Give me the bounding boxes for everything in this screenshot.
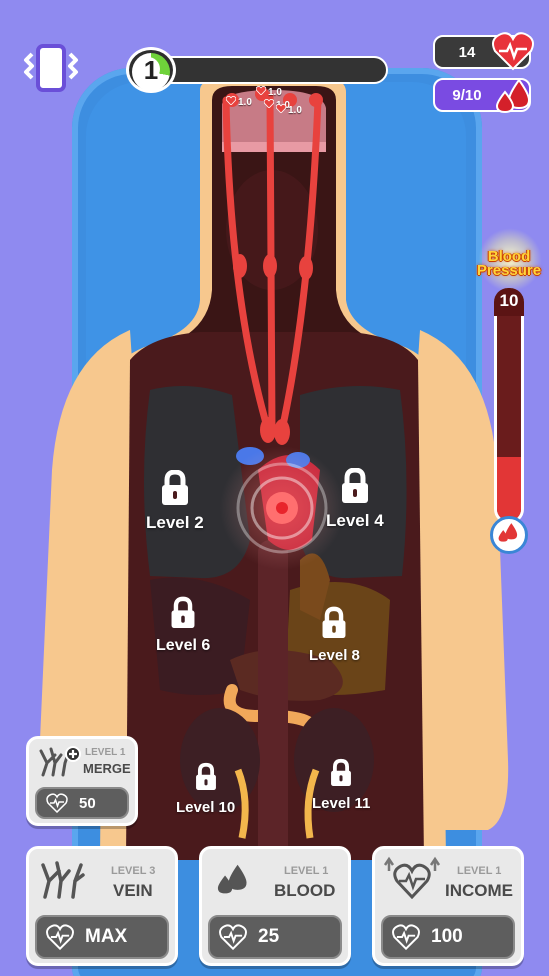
- heart-mini-icon: [255, 85, 267, 98]
- heart-mini-icon: [263, 98, 275, 111]
- locked-level-6[interactable]: Level 6: [156, 596, 210, 655]
- heart-mini-icon: [225, 95, 237, 108]
- blood-pressure-title: Blood Pressure: [476, 248, 542, 279]
- locked-level-10[interactable]: Level 10: [176, 762, 235, 816]
- blood-buy-button[interactable]: 25: [208, 915, 342, 959]
- heart-pulse-icon: [391, 924, 421, 950]
- income-buy-button[interactable]: 100: [381, 915, 515, 959]
- blood-upgrade-card[interactable]: LEVEL 1 BLOOD 25: [199, 846, 351, 966]
- level-badge: 1: [126, 47, 176, 93]
- vein-tag: 1.0: [255, 85, 282, 98]
- lock-icon: [328, 758, 354, 793]
- level-progress-bar: [150, 56, 388, 84]
- income-upgrade-card[interactable]: LEVEL 1 INCOME 100: [372, 846, 524, 966]
- patient-body: [39, 76, 509, 860]
- locked-level-11[interactable]: Level 11: [312, 758, 370, 812]
- locked-level-2[interactable]: Level 2: [146, 469, 204, 533]
- heart-mini-icon: [275, 103, 287, 116]
- heart-pulse-icon: [45, 924, 75, 950]
- lock-icon: [158, 469, 192, 511]
- blood-drops-icon: [497, 522, 521, 549]
- heart-income-icon: [381, 853, 443, 904]
- vein-tag: 1.0: [225, 95, 252, 108]
- hearts-counter: 14: [433, 32, 534, 71]
- vein-upgrade-card[interactable]: LEVEL 3 VEIN MAX: [26, 846, 178, 966]
- heart-pulse-icon: [491, 31, 535, 75]
- vibration-toggle-button[interactable]: [20, 42, 82, 99]
- lock-icon: [338, 467, 372, 509]
- vibrate-phone-icon: [20, 42, 82, 99]
- locked-level-4[interactable]: Level 4: [326, 467, 384, 531]
- vein-icon: [39, 859, 87, 904]
- blood-pressure-fill: [497, 456, 521, 521]
- blood-pressure-value: 10: [494, 288, 524, 316]
- lock-icon: [319, 606, 349, 645]
- blood-pressure-boost-button[interactable]: [490, 516, 528, 554]
- heart-pulse-icon: [218, 924, 248, 950]
- locked-level-8[interactable]: Level 8: [309, 606, 360, 664]
- vein-buy-button[interactable]: MAX: [35, 915, 169, 959]
- blood-drops-icon: [214, 863, 254, 902]
- level-number: 1: [143, 54, 159, 85]
- blood-pressure-meter: [494, 288, 524, 524]
- blood-counter: 9/10: [433, 78, 531, 114]
- blood-drops-icon: [495, 78, 535, 120]
- merge-upgrade-card[interactable]: LEVEL 1 MERGE 50: [26, 736, 138, 826]
- lock-icon: [193, 762, 219, 797]
- merge-buy-button[interactable]: 50: [35, 787, 129, 819]
- lock-icon: [168, 596, 198, 635]
- vein-tag: 1.0: [275, 103, 302, 116]
- heart-pulse-icon: [45, 793, 69, 813]
- vein-merge-icon: [37, 745, 81, 782]
- game-stage: 1.0 1.0 1.0 1.0 Level 2 Level 4 Le: [0, 0, 549, 976]
